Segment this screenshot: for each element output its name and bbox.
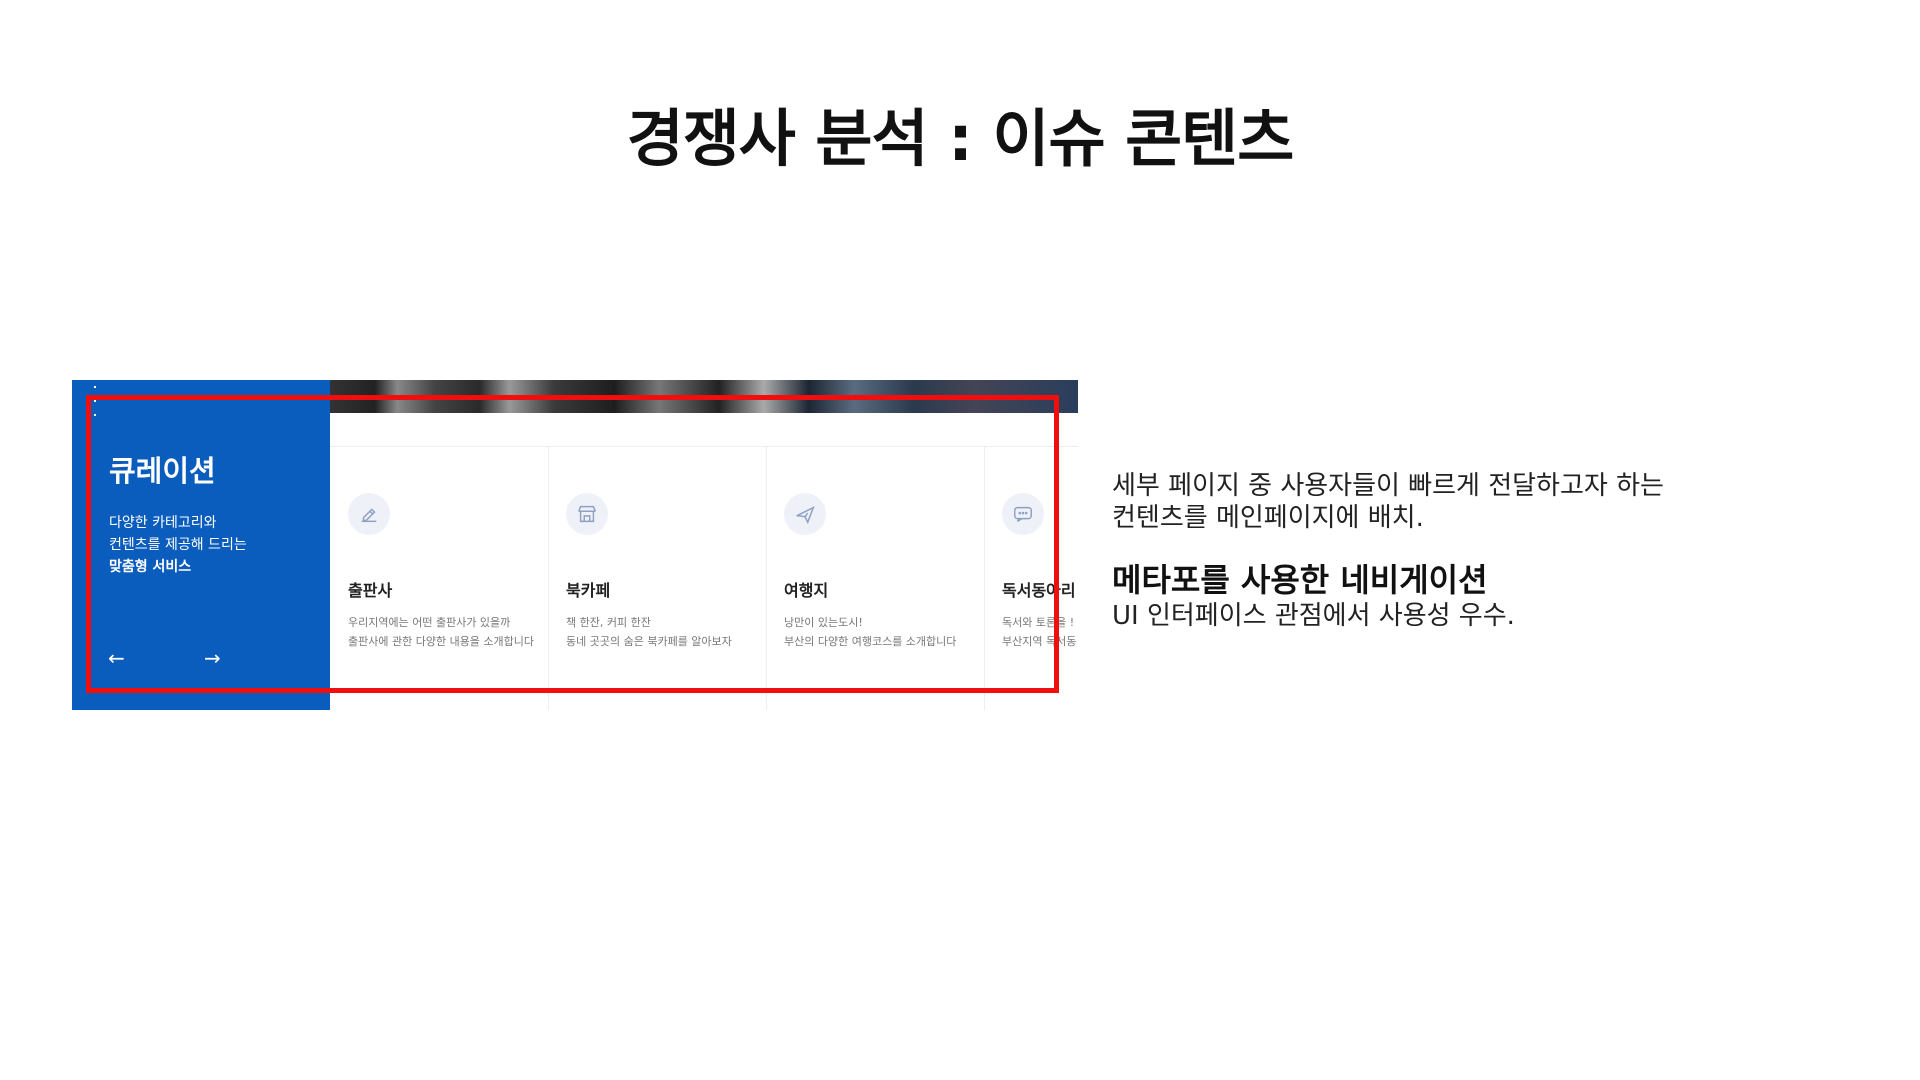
note-line: 세부 페이지 중 사용자들이 빠르게 전달하고자 하는 — [1112, 471, 1664, 501]
dots-decoration — [94, 386, 96, 388]
highlight-box — [86, 395, 1059, 693]
note-line: 컨텐츠를 메인페이지에 배치. — [1112, 503, 1424, 533]
note-line: UI 인터페이스 관점에서 사용성 우수. — [1112, 601, 1515, 631]
slide-title: 경쟁사 분석 : 이슈 콘텐츠 — [626, 102, 1295, 175]
note-heading: 메타포를 사용한 네비게이션 — [1112, 561, 1488, 599]
analysis-note: 세부 페이지 중 사용자들이 빠르게 전달하고자 하는 컨텐츠를 메인페이지에 … — [1112, 470, 1812, 632]
